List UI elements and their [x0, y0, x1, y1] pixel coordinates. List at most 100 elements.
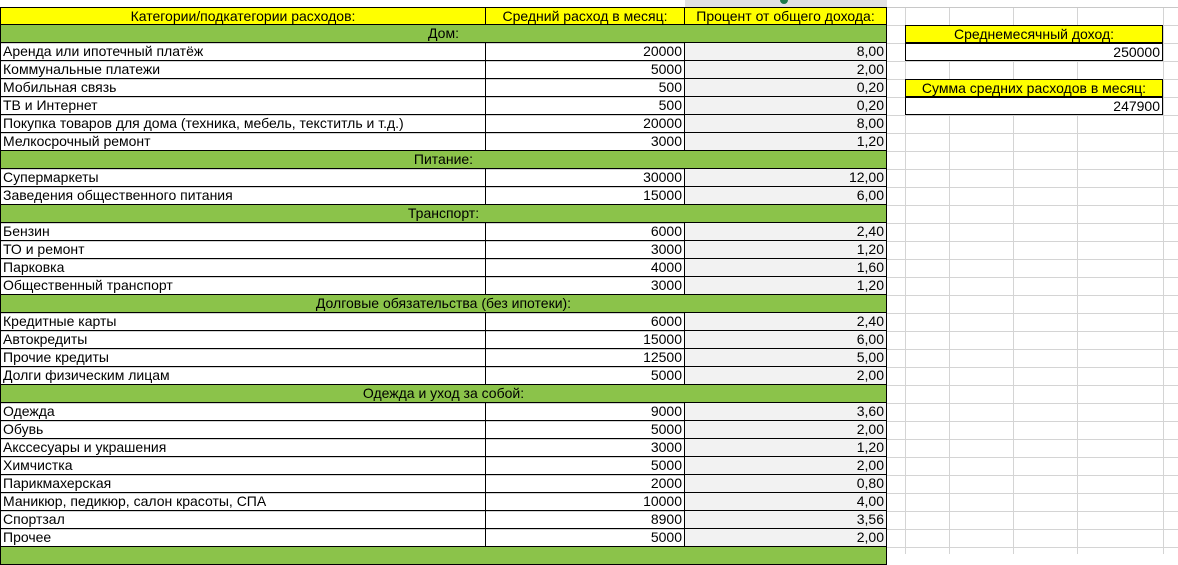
- section-title[interactable]: [0, 547, 887, 565]
- table-row: Мобильная связь 500 0,20: [0, 79, 887, 97]
- percent-cell[interactable]: 8,00: [685, 115, 887, 133]
- category-cell[interactable]: Мобильная связь: [0, 79, 486, 97]
- section-row: Дом:: [0, 25, 887, 43]
- category-cell[interactable]: Аренда или ипотечный платёж: [0, 43, 486, 61]
- amount-cell[interactable]: 12500: [486, 349, 685, 367]
- table-row: Заведения общественного питания 15000 6,00: [0, 187, 887, 205]
- amount-cell[interactable]: 4000: [486, 259, 685, 277]
- amount-cell[interactable]: 5000: [486, 421, 685, 439]
- category-cell[interactable]: Бензин: [0, 223, 486, 241]
- expenses-label[interactable]: Сумма средних расходов в месяц:: [905, 79, 1163, 97]
- category-cell[interactable]: Покупка товаров для дома (техника, мебел…: [0, 115, 486, 133]
- category-cell[interactable]: Акссесуары и украшения: [0, 439, 486, 457]
- percent-cell[interactable]: 1,20: [685, 133, 887, 151]
- category-cell[interactable]: Коммунальные платежи: [0, 61, 486, 79]
- category-cell[interactable]: Общественный транспорт: [0, 277, 486, 295]
- amount-cell[interactable]: 8900: [486, 511, 685, 529]
- percent-cell[interactable]: 3,56: [685, 511, 887, 529]
- amount-cell[interactable]: 3000: [486, 133, 685, 151]
- category-cell[interactable]: ТО и ремонт: [0, 241, 486, 259]
- amount-cell[interactable]: 5000: [486, 457, 685, 475]
- percent-cell[interactable]: 0,80: [685, 475, 887, 493]
- percent-cell[interactable]: 4,00: [685, 493, 887, 511]
- section-title[interactable]: Транспорт:: [0, 205, 887, 223]
- amount-cell[interactable]: 6000: [486, 313, 685, 331]
- amount-cell[interactable]: 5000: [486, 61, 685, 79]
- amount-cell[interactable]: 500: [486, 97, 685, 115]
- amount-cell[interactable]: 20000: [486, 115, 685, 133]
- amount-cell[interactable]: 3000: [486, 241, 685, 259]
- table-row: Маникюр, педикюр, салон красоты, СПА 1000…: [0, 493, 887, 511]
- amount-cell[interactable]: 3000: [486, 277, 685, 295]
- percent-cell[interactable]: 2,00: [685, 367, 887, 385]
- table-row: Кредитные карты 6000 2,40: [0, 313, 887, 331]
- amount-cell[interactable]: 5000: [486, 367, 685, 385]
- category-cell[interactable]: Одежда: [0, 403, 486, 421]
- table-row: Мелкосрочный ремонт 3000 1,20: [0, 133, 887, 151]
- percent-cell[interactable]: 5,00: [685, 349, 887, 367]
- category-cell[interactable]: Обувь: [0, 421, 486, 439]
- category-cell[interactable]: Спортзал: [0, 511, 486, 529]
- section-title[interactable]: Питание:: [0, 151, 887, 169]
- category-cell[interactable]: Парикмахерская: [0, 475, 486, 493]
- percent-cell[interactable]: 6,00: [685, 187, 887, 205]
- percent-cell[interactable]: 6,00: [685, 331, 887, 349]
- percent-cell[interactable]: 12,00: [685, 169, 887, 187]
- amount-cell[interactable]: 9000: [486, 403, 685, 421]
- category-cell[interactable]: Заведения общественного питания: [0, 187, 486, 205]
- table-row: Прочие кредиты 12500 5,00: [0, 349, 887, 367]
- percent-cell[interactable]: 0,20: [685, 79, 887, 97]
- category-cell[interactable]: Парковка: [0, 259, 486, 277]
- percent-cell[interactable]: 1,20: [685, 241, 887, 259]
- percent-cell[interactable]: 3,60: [685, 403, 887, 421]
- section-title[interactable]: Одежда и уход за собой:: [0, 385, 887, 403]
- section-row: Долговые обязательства (без ипотеки):: [0, 295, 887, 313]
- amount-cell[interactable]: 5000: [486, 529, 685, 547]
- amount-cell[interactable]: 30000: [486, 169, 685, 187]
- category-cell[interactable]: Долги физическим лицам: [0, 367, 486, 385]
- section-title[interactable]: Дом:: [0, 25, 887, 43]
- table-row: Долги физическим лицам 5000 2,00: [0, 367, 887, 385]
- amount-cell[interactable]: 20000: [486, 43, 685, 61]
- percent-cell[interactable]: 2,00: [685, 457, 887, 475]
- amount-cell[interactable]: 10000: [486, 493, 685, 511]
- income-label[interactable]: Среднемесячный доход:: [905, 25, 1163, 43]
- percent-cell[interactable]: 2,40: [685, 223, 887, 241]
- category-cell[interactable]: Прочее: [0, 529, 486, 547]
- percent-cell[interactable]: 1,20: [685, 277, 887, 295]
- category-cell[interactable]: Супермаркеты: [0, 169, 486, 187]
- percent-cell[interactable]: 2,00: [685, 421, 887, 439]
- expenses-value[interactable]: 247900: [905, 97, 1163, 115]
- section-row-cutoff: [0, 547, 887, 565]
- percent-cell[interactable]: 2,00: [685, 61, 887, 79]
- percent-cell[interactable]: 1,20: [685, 439, 887, 457]
- percent-cell[interactable]: 1,60: [685, 259, 887, 277]
- amount-cell[interactable]: 2000: [486, 475, 685, 493]
- table-row: Бензин 6000 2,40: [0, 223, 887, 241]
- amount-cell[interactable]: 6000: [486, 223, 685, 241]
- header-category[interactable]: Категории/подкатегории расходов:: [0, 7, 486, 25]
- header-amount[interactable]: Средний расход в месяц:: [486, 7, 685, 25]
- category-cell[interactable]: Кредитные карты: [0, 313, 486, 331]
- category-cell[interactable]: Мелкосрочный ремонт: [0, 133, 486, 151]
- income-value[interactable]: 250000: [905, 43, 1163, 61]
- category-cell[interactable]: Химчистка: [0, 457, 486, 475]
- table-row: Аренда или ипотечный платёж 20000 8,00: [0, 43, 887, 61]
- section-title[interactable]: Долговые обязательства (без ипотеки):: [0, 295, 887, 313]
- amount-cell[interactable]: 500: [486, 79, 685, 97]
- percent-cell[interactable]: 2,00: [685, 529, 887, 547]
- table-row: ТВ и Интернет 500 0,20: [0, 97, 887, 115]
- category-cell[interactable]: ТВ и Интернет: [0, 97, 486, 115]
- amount-cell[interactable]: 15000: [486, 187, 685, 205]
- amount-cell[interactable]: 15000: [486, 331, 685, 349]
- column-divider: [1163, 0, 1164, 554]
- category-cell[interactable]: Маникюр, педикюр, салон красоты, СПА: [0, 493, 486, 511]
- percent-cell[interactable]: 2,40: [685, 313, 887, 331]
- table-row: Прочее 5000 2,00: [0, 529, 887, 547]
- header-percent[interactable]: Процент от общего дохода:: [685, 7, 887, 25]
- category-cell[interactable]: Автокредиты: [0, 331, 486, 349]
- percent-cell[interactable]: 0,20: [685, 97, 887, 115]
- category-cell[interactable]: Прочие кредиты: [0, 349, 486, 367]
- amount-cell[interactable]: 3000: [486, 439, 685, 457]
- percent-cell[interactable]: 8,00: [685, 43, 887, 61]
